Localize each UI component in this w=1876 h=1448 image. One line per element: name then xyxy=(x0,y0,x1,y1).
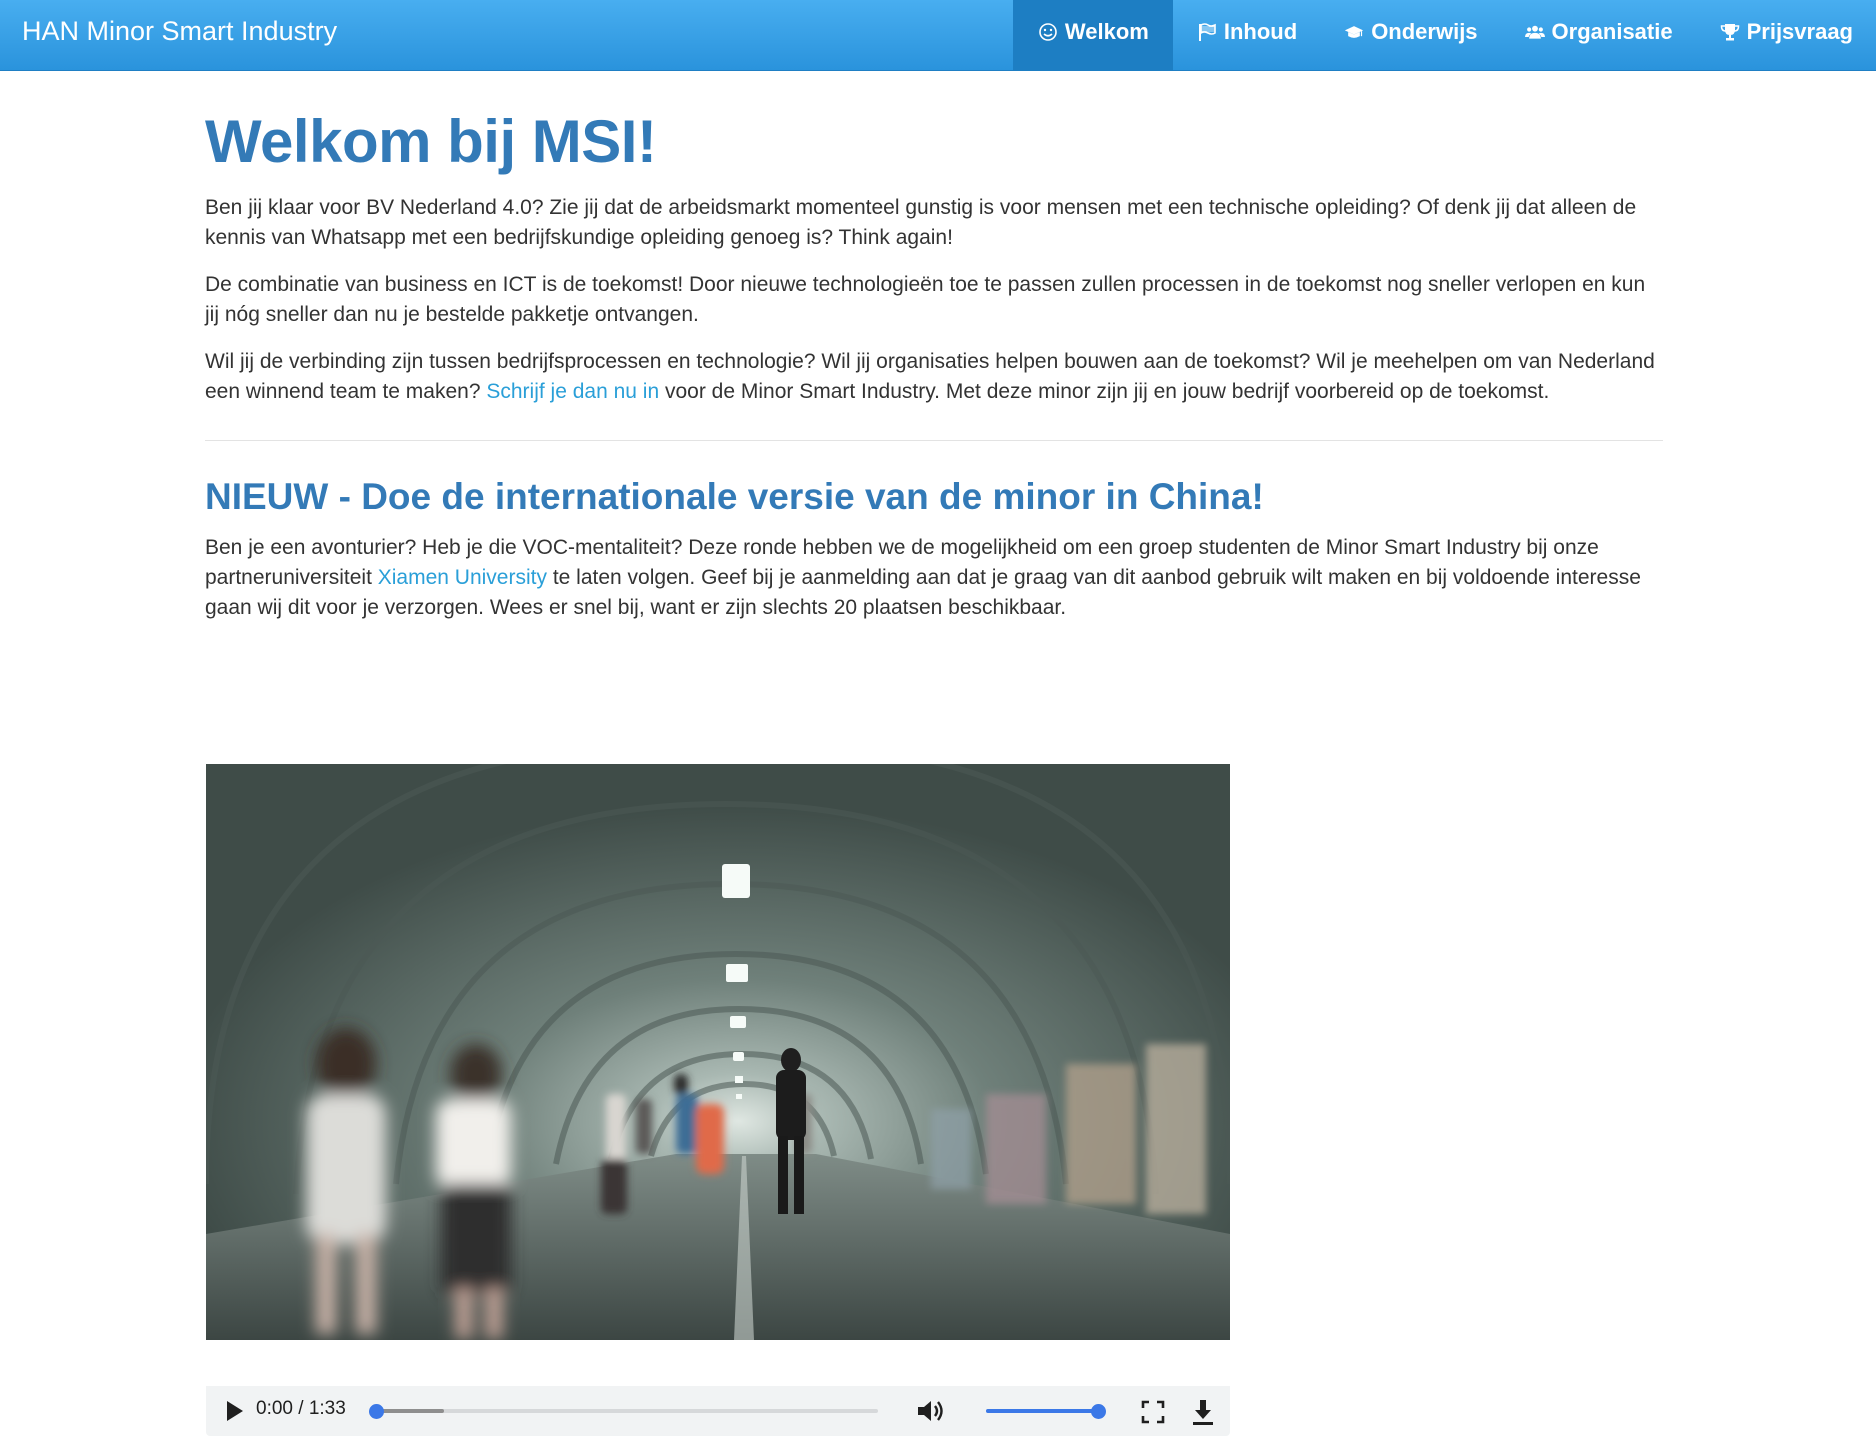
video-frame xyxy=(206,764,1230,1340)
download-icon[interactable] xyxy=(1191,1398,1215,1426)
nav-item-label: Onderwijs xyxy=(1371,18,1478,44)
smile-icon xyxy=(1037,21,1059,43)
play-icon[interactable] xyxy=(222,1398,246,1424)
combination-paragraph: De combinatie van business en ICT is de … xyxy=(205,273,1646,326)
nav-menu: Welkom Inhoud Onderwijs Organisatie Prij… xyxy=(1012,0,1876,71)
nav-item-inhoud[interactable]: Inhoud xyxy=(1173,0,1320,71)
video-time: 0:00 / 1:33 xyxy=(256,1398,346,1419)
progress-knob[interactable] xyxy=(369,1404,384,1419)
video-controls: 0:00 / 1:33 xyxy=(206,1386,1230,1436)
graduation-cap-icon xyxy=(1343,21,1365,43)
signup-link[interactable]: Schrijf je dan nu in xyxy=(486,380,659,403)
main-content: Welkom bij MSI! Ben jij klaar voor BV Ne… xyxy=(205,71,1663,623)
divider xyxy=(205,440,1663,441)
volume-slider[interactable] xyxy=(986,1409,1098,1413)
progress-bar[interactable] xyxy=(376,1409,878,1413)
nav-item-organisatie[interactable]: Organisatie xyxy=(1501,0,1696,71)
nav-item-prijsvraag[interactable]: Prijsvraag xyxy=(1696,0,1876,71)
users-icon xyxy=(1524,21,1546,43)
nav-item-label: Organisatie xyxy=(1551,18,1673,44)
nav-item-onderwijs[interactable]: Onderwijs xyxy=(1320,0,1500,71)
video-player[interactable] xyxy=(206,764,1230,1340)
signup-paragraph: Wil jij de verbinding zijn tussen bedrij… xyxy=(205,347,1663,407)
china-paragraph: Ben je een avonturier? Heb je die VOC-me… xyxy=(205,533,1663,623)
xiamen-university-link[interactable]: Xiamen University xyxy=(378,566,547,589)
nav-item-label: Prijsvraag xyxy=(1746,18,1853,44)
page-title: Welkom bij MSI! xyxy=(205,108,657,175)
volume-icon[interactable] xyxy=(916,1397,948,1425)
section-title: NIEUW - Doe de internationale versie van… xyxy=(205,476,1264,517)
fullscreen-icon[interactable] xyxy=(1141,1400,1165,1424)
signup-text-after: voor de Minor Smart Industry. Met deze m… xyxy=(659,380,1550,403)
flag-icon xyxy=(1196,21,1218,43)
nav-item-label: Welkom xyxy=(1064,18,1149,44)
trophy-icon xyxy=(1719,21,1741,43)
nav-item-label: Inhoud xyxy=(1223,18,1298,44)
volume-knob[interactable] xyxy=(1091,1404,1106,1419)
buffered-fill xyxy=(376,1409,444,1413)
intro-paragraph: Ben jij klaar voor BV Nederland 4.0? Zie… xyxy=(205,196,1637,249)
brand-link[interactable]: HAN Minor Smart Industry xyxy=(22,0,337,71)
nav-item-welkom[interactable]: Welkom xyxy=(1012,0,1173,71)
navbar: HAN Minor Smart Industry Welkom Inhoud O… xyxy=(0,0,1876,71)
volume-fill xyxy=(986,1409,1098,1413)
